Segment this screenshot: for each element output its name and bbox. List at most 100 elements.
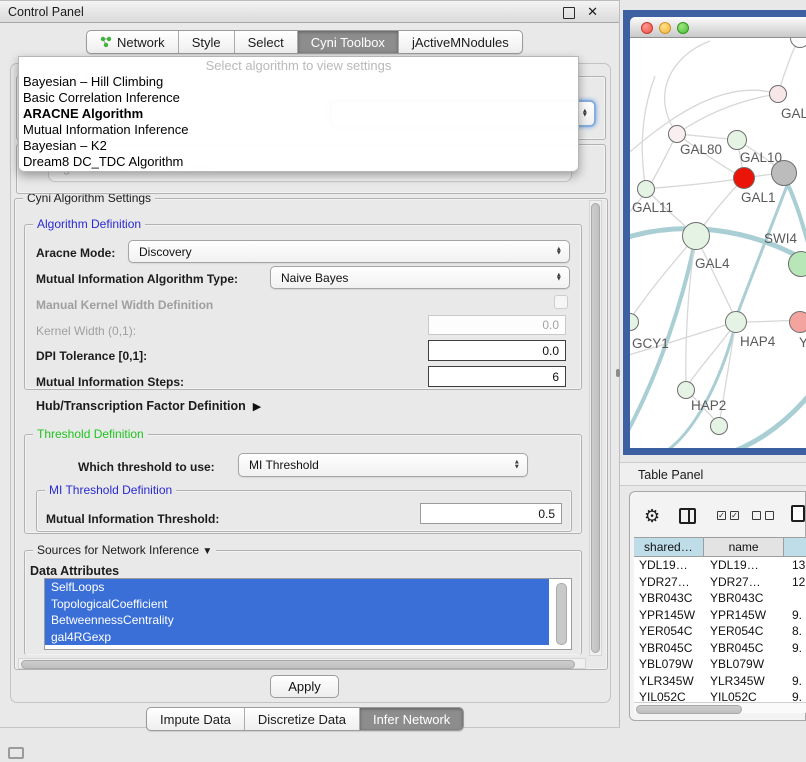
attribute-item[interactable]: SelfLoops <box>45 579 549 596</box>
tab-infer-network[interactable]: Infer Network <box>359 708 463 730</box>
network-tab-icon <box>100 36 112 48</box>
table-horizontal-scrollbar-thumb[interactable] <box>636 705 742 714</box>
node-label: GAL10 <box>740 150 782 165</box>
network-node[interactable] <box>789 311 806 333</box>
mi-steps-input[interactable]: 6 <box>428 366 566 387</box>
mi-threshold-definition-title: MI Threshold Definition <box>45 483 176 497</box>
dropdown-item[interactable]: Mutual Information Inference <box>19 122 578 138</box>
gear-icon[interactable]: ⚙ <box>644 506 660 527</box>
cell: YBR045C <box>705 640 787 657</box>
cell <box>787 656 806 673</box>
network-canvas[interactable]: GAL GAL80 GAL10 GAL1 GAL11 SWI4 GAL4 GCY… <box>630 38 806 448</box>
apply-button[interactable]: Apply <box>270 675 339 698</box>
tab-select[interactable]: Select <box>234 31 297 53</box>
table-row[interactable]: YBL079WYBL079W <box>634 656 806 673</box>
mi-threshold-input[interactable]: 0.5 <box>420 503 562 524</box>
network-view-window: GAL GAL80 GAL10 GAL1 GAL11 SWI4 GAL4 GCY… <box>623 10 806 455</box>
dropdown-item[interactable]: Bayesian – Hill Climbing <box>19 74 578 90</box>
sources-title[interactable]: Sources for Network Inference ▼ <box>33 543 216 557</box>
node-label: GAL11 <box>632 200 673 215</box>
settings-horizontal-scrollbar-thumb[interactable] <box>21 660 575 669</box>
kernel-width-input[interactable]: 0.0 <box>428 315 566 335</box>
which-threshold-combobox[interactable]: MI Threshold ▲▼ <box>238 453 528 477</box>
aracne-mode-combobox[interactable]: Discovery ▲▼ <box>128 240 570 263</box>
column-layout-icon[interactable] <box>679 508 696 524</box>
column-header-name[interactable]: name <box>704 538 785 556</box>
network-node-hap2[interactable] <box>677 381 695 399</box>
tab-jactivemnodules-label: jActiveMNodules <box>412 35 509 50</box>
table-row[interactable]: YIL052CYIL052C9. <box>634 689 806 701</box>
combo-arrows-icon: ▲▼ <box>514 460 520 469</box>
tab-impute-data-label: Impute Data <box>160 712 231 727</box>
dpi-tolerance-label: DPI Tolerance [0,1]: <box>36 349 147 363</box>
data-attributes-label: Data Attributes <box>30 564 119 578</box>
minimize-traffic-light-icon[interactable] <box>659 22 671 34</box>
network-window-titlebar[interactable] <box>630 17 806 38</box>
algorithm-definition-title: Algorithm Definition <box>33 217 145 231</box>
network-node-gal11[interactable] <box>637 180 655 198</box>
attribute-list-scrollbar[interactable] <box>556 583 567 645</box>
mi-steps-label: Mutual Information Steps: <box>36 375 184 389</box>
cell: 8. <box>787 623 806 640</box>
zoom-traffic-light-icon[interactable] <box>677 22 689 34</box>
panel-splitter-grip[interactable] <box>616 369 620 377</box>
network-node[interactable] <box>710 417 728 435</box>
network-node-hap4[interactable] <box>725 311 747 333</box>
cell: 9. <box>787 607 806 624</box>
table-row[interactable]: YLR345WYLR345W9. <box>634 673 806 690</box>
tab-jactivemnodules[interactable]: jActiveMNodules <box>398 31 522 53</box>
network-node-gal10[interactable] <box>727 130 747 150</box>
cell: YBR043C <box>634 590 705 607</box>
tab-discretize-data[interactable]: Discretize Data <box>244 708 359 730</box>
combo-arrows-icon: ▲▼ <box>556 273 562 282</box>
table-row[interactable]: YER054CYER054C8. <box>634 623 806 640</box>
table-row[interactable]: YBR043CYBR043C <box>634 590 806 607</box>
network-node-gal4[interactable] <box>682 222 710 250</box>
tab-cyni-toolbox[interactable]: Cyni Toolbox <box>297 31 398 53</box>
dropdown-item[interactable]: Basic Correlation Inference <box>19 90 578 106</box>
tab-impute-data[interactable]: Impute Data <box>147 708 244 730</box>
dropdown-item[interactable]: Bayesian – K2 <box>19 138 578 154</box>
tab-network[interactable]: Network <box>87 31 178 53</box>
table-panel-title: Table Panel <box>638 468 703 482</box>
mi-type-combobox[interactable]: Naive Bayes ▲▼ <box>270 266 570 289</box>
network-node-gal1[interactable] <box>733 167 755 189</box>
hub-definition-toggle[interactable]: Hub/Transcription Factor Definition▶ <box>36 399 261 413</box>
column-header-shared-name[interactable]: shared… <box>634 538 704 556</box>
table-row[interactable]: YDL19…YDL19…13 <box>634 557 806 574</box>
dropdown-item-aracne[interactable]: ARACNE Algorithm <box>19 106 578 122</box>
table-horizontal-scrollbar[interactable] <box>634 702 806 713</box>
table-row[interactable]: YBR045CYBR045C9. <box>634 640 806 657</box>
manual-kernel-checkbox[interactable] <box>554 295 568 309</box>
settings-horizontal-scrollbar[interactable] <box>18 658 586 669</box>
tab-style[interactable]: Style <box>178 31 234 53</box>
network-node-gal80[interactable] <box>668 125 686 143</box>
close-icon[interactable]: ✕ <box>587 4 598 20</box>
checked-checkbox-icon[interactable]: ✓ <box>717 511 726 520</box>
unchecked-checkbox-icon[interactable] <box>752 511 761 520</box>
close-traffic-light-icon[interactable] <box>641 22 653 34</box>
attribute-item[interactable]: BetweennessCentrality <box>45 612 549 629</box>
float-panel-icon[interactable] <box>563 7 575 19</box>
cell: 13 <box>787 557 806 574</box>
network-node[interactable] <box>769 85 787 103</box>
settings-vertical-scrollbar-thumb[interactable] <box>591 203 600 653</box>
apply-button-label: Apply <box>288 679 321 694</box>
data-attributes-list[interactable]: SelfLoops TopologicalCoefficient Between… <box>44 578 572 650</box>
sources-title-label: Sources for Network Inference <box>37 543 199 557</box>
checked-checkbox-icon[interactable]: ✓ <box>730 511 739 520</box>
cell: YPR145W <box>705 607 787 624</box>
column-header-partial[interactable] <box>784 538 806 556</box>
dropdown-item[interactable]: Dream8 DC_TDC Algorithm <box>19 154 578 170</box>
attribute-item[interactable]: gal4RGexp <box>45 629 549 646</box>
attribute-item[interactable]: TopologicalCoefficient <box>45 596 549 613</box>
cell: 9. <box>787 673 806 690</box>
table-row[interactable]: YDR27…YDR27…12 <box>634 574 806 591</box>
document-icon[interactable] <box>791 505 805 522</box>
settings-vertical-scrollbar[interactable] <box>589 200 602 656</box>
dpi-tolerance-input[interactable]: 0.0 <box>428 340 566 361</box>
cell: YDL19… <box>705 557 787 574</box>
unchecked-checkbox-icon[interactable] <box>765 511 774 520</box>
table-row[interactable]: YPR145WYPR145W9. <box>634 607 806 624</box>
panel-grip-icon[interactable] <box>8 747 24 759</box>
